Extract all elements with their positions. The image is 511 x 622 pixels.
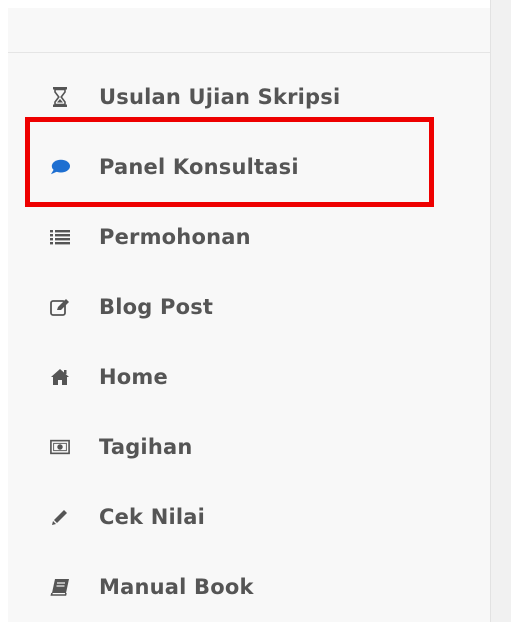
- hourglass-icon: [50, 87, 70, 107]
- sidebar-header: [8, 8, 490, 52]
- sidebar-item-tagihan[interactable]: Tagihan: [8, 412, 490, 482]
- sidebar-item-label: Cek Nilai: [99, 505, 206, 529]
- sidebar-item-manual-book[interactable]: Manual Book: [8, 552, 490, 622]
- money-icon: [50, 437, 70, 457]
- book-icon: [50, 577, 70, 597]
- screen: Usulan Ujian Skripsi Panel Konsultasi Pe…: [0, 0, 511, 622]
- sidebar-item-label: Tagihan: [99, 435, 193, 459]
- sidebar-menu: Usulan Ujian Skripsi Panel Konsultasi Pe…: [8, 62, 490, 622]
- pencil-icon: [50, 507, 70, 527]
- sidebar-item-usulan-ujian-skripsi[interactable]: Usulan Ujian Skripsi: [8, 62, 490, 132]
- sidebar-divider: [8, 52, 490, 53]
- sidebar-item-label: Blog Post: [99, 295, 214, 319]
- comment-icon: [50, 157, 70, 177]
- sidebar-item-cek-nilai[interactable]: Cek Nilai: [8, 482, 490, 552]
- list-icon: [50, 227, 70, 247]
- sidebar-item-label: Permohonan: [99, 225, 251, 249]
- edit-icon: [50, 297, 70, 317]
- sidebar-item-panel-konsultasi[interactable]: Panel Konsultasi: [8, 132, 490, 202]
- content-edge: [490, 0, 511, 622]
- sidebar-item-home[interactable]: Home: [8, 342, 490, 412]
- sidebar-item-label: Manual Book: [99, 575, 254, 599]
- sidebar-item-label: Home: [99, 365, 168, 389]
- sidebar-item-permohonan[interactable]: Permohonan: [8, 202, 490, 272]
- home-icon: [50, 367, 70, 387]
- sidebar-item-label: Usulan Ujian Skripsi: [99, 85, 341, 109]
- sidebar-item-label: Panel Konsultasi: [99, 155, 299, 179]
- sidebar-item-blog-post[interactable]: Blog Post: [8, 272, 490, 342]
- sidebar: Usulan Ujian Skripsi Panel Konsultasi Pe…: [8, 8, 490, 622]
